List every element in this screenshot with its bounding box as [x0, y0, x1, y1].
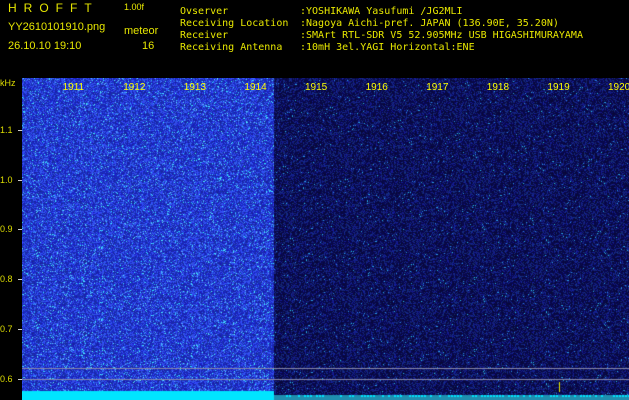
x-tick-label: 1914	[244, 82, 267, 93]
app-name: HROFFT	[8, 1, 99, 15]
y-tick-label: 0.9	[0, 224, 13, 234]
meta-value-location: :Nagoya Aichi-pref. JAPAN (136.90E, 35.2…	[300, 18, 559, 29]
meta-value-antenna: :10mH 3el.YAGI Horizontal:ENE	[300, 42, 475, 53]
version-label: 1.00f	[124, 2, 145, 12]
x-tick-label: 1920	[608, 82, 629, 93]
meta-key-location: Receiving Location	[180, 18, 289, 29]
x-tick-label: 1911	[62, 82, 85, 93]
y-axis-unit-label: kHz	[0, 78, 16, 88]
header-panel: HROFFT 1.00f YY2610101910.png meteor 26.…	[0, 0, 629, 78]
meta-key-receiver: Receiver	[180, 30, 229, 41]
meta-location: Receiving Location :Nagoya Aichi-pref. JA…	[180, 18, 559, 29]
x-tick-label: 1916	[365, 82, 388, 93]
filename-label: YY2610101910.png	[8, 21, 106, 33]
spectrogram-plot	[22, 78, 629, 400]
meta-key-observer: Ovserver	[180, 6, 229, 17]
meta-observer: Ovserver :YOSHIKAWA Yasufumi /JG2MLI	[180, 6, 463, 17]
datetime-label: 26.10.10 19:10	[8, 40, 82, 52]
y-tick-label: 0.8	[0, 274, 13, 284]
meta-receiver: Receiver :SMArt RTL-SDR V5 52.905MHz USB …	[180, 30, 583, 41]
x-tick-label: 1915	[305, 82, 328, 93]
meta-value-observer: :YOSHIKAWA Yasufumi /JG2MLI	[300, 6, 463, 17]
y-tick-label: 1.1	[0, 125, 13, 135]
x-tick-label: 1912	[123, 82, 146, 93]
x-tick-label: 1918	[486, 82, 510, 93]
meta-key-antenna: Receiving Antenna	[180, 42, 283, 53]
y-axis: kHz 1.1 1.0 0.9 0.8 0.7 0.6	[0, 78, 22, 400]
meta-value-receiver: :SMArt RTL-SDR V5 52.905MHz USB HIGASHIM…	[300, 30, 583, 41]
y-tick-label: 1.0	[0, 175, 13, 185]
event-type-label: meteor	[124, 25, 159, 37]
meta-antenna: Receiving Antenna :10mH 3el.YAGI Horizont…	[180, 42, 475, 53]
meteor-count: 16	[142, 40, 155, 52]
x-tick-label: 1917	[426, 82, 449, 93]
y-tick-label: 0.7	[0, 324, 13, 334]
x-tick-label: 1913	[183, 82, 207, 93]
x-tick-label: 1919	[547, 82, 570, 93]
y-tick-label: 0.6	[0, 374, 13, 384]
